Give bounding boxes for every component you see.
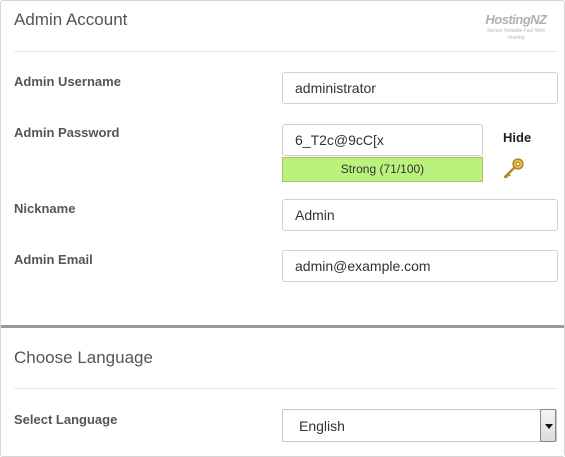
logo-text: HostingNZ	[485, 12, 547, 27]
username-input[interactable]: administrator	[282, 72, 558, 104]
header-divider	[14, 51, 557, 52]
language-select-value: English	[299, 418, 345, 434]
language-select[interactable]: English	[282, 409, 557, 442]
password-input[interactable]: 6_T2c@9cC[x	[282, 124, 483, 156]
logo-tagline: Secure Reliable Fast Web Hosting	[487, 28, 545, 41]
nickname-input[interactable]: Admin	[282, 199, 558, 231]
password-label: Admin Password	[14, 125, 120, 140]
key-icon[interactable]	[502, 157, 526, 181]
hide-password-toggle[interactable]: Hide	[503, 130, 531, 145]
language-header-divider	[14, 388, 557, 389]
email-label: Admin Email	[14, 252, 93, 267]
admin-account-heading: Admin Account	[14, 10, 128, 29]
username-label: Admin Username	[14, 74, 121, 89]
choose-language-heading: Choose Language	[14, 348, 153, 367]
nickname-label: Nickname	[14, 201, 76, 216]
select-language-label: Select Language	[14, 412, 118, 427]
password-strength-meter: Strong (71/100)	[282, 157, 483, 182]
email-input[interactable]: admin@example.com	[282, 250, 558, 282]
section-divider	[1, 325, 564, 328]
hostingnz-logo: HostingNZ Secure Reliable Fast Web Hosti…	[478, 12, 554, 41]
chevron-down-icon[interactable]	[540, 409, 556, 442]
